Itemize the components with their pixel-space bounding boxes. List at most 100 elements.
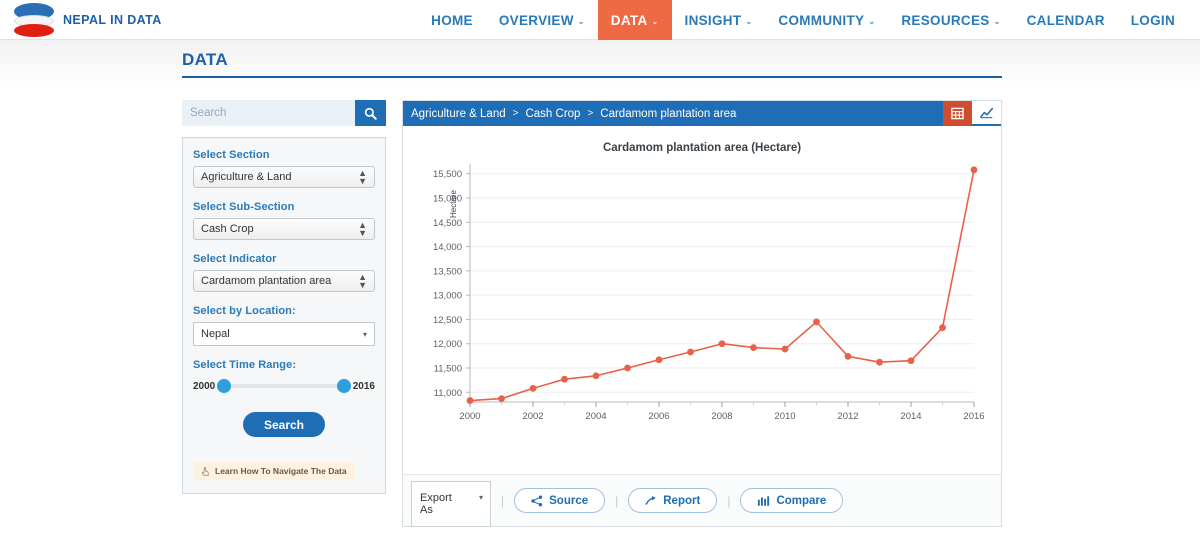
time-range-end-year: 2016 [352, 380, 375, 392]
nav-item-calendar[interactable]: CALENDAR [1014, 0, 1118, 40]
nav-item-label: INSIGHT [684, 12, 742, 28]
search-submit-icon-button[interactable] [355, 100, 386, 126]
svg-text:2006: 2006 [648, 411, 669, 422]
source-label: Source [549, 494, 589, 507]
time-range-end-handle[interactable] [336, 379, 351, 393]
compare-button[interactable]: Compare [740, 488, 844, 513]
svg-text:15,500: 15,500 [433, 169, 462, 180]
select-section-label: Select Section [193, 149, 270, 161]
spinner-arrows-icon: ▲ ▼ [358, 220, 367, 238]
line-chart-icon [979, 107, 993, 118]
learn-how-to-navigate-badge[interactable]: Learn How To Navigate The Data [193, 462, 355, 480]
svg-text:13,500: 13,500 [433, 266, 462, 277]
svg-text:12,500: 12,500 [433, 315, 462, 326]
svg-text:13,000: 13,000 [433, 291, 462, 302]
chevron-down-icon: ⌄ [993, 16, 1001, 26]
source-button[interactable]: Source [514, 488, 606, 513]
hand-pointer-icon [201, 467, 209, 476]
select-time-range-label: Select Time Range: [193, 359, 297, 371]
brand-name: NEPAL IN DATA [63, 12, 162, 27]
toolbar-divider: | [727, 493, 731, 508]
select-sub-section-value: Cash Crop [201, 223, 254, 235]
nav-item-login[interactable]: LOGIN [1118, 0, 1188, 40]
export-label-line1: Export [420, 491, 452, 504]
bar-chart-icon [758, 495, 770, 506]
svg-text:12,000: 12,000 [433, 339, 462, 350]
data-panel: Agriculture & Land > Cash Crop > Cardamo… [402, 100, 1002, 527]
search-button[interactable]: Search [243, 412, 325, 437]
chart-toolbar: Export As ▾ | Source | Report | Compare [403, 474, 1001, 527]
select-indicator-value: Cardamom plantation area [201, 275, 332, 287]
nav-item-label: OVERVIEW [498, 12, 574, 28]
breadcrumb: Agriculture & Land > Cash Crop > Cardamo… [403, 101, 1001, 126]
brand[interactable]: NEPAL IN DATA [0, 2, 162, 37]
share-icon [531, 495, 543, 506]
filter-panel: Select Section Agriculture & Land ▲ ▼ Sel… [182, 137, 386, 494]
select-location-dropdown[interactable]: Nepal ▾ [193, 322, 375, 346]
nav-item-home[interactable]: HOME [418, 0, 486, 40]
nav-item-overview[interactable]: OVERVIEW ⌄ [486, 0, 598, 40]
svg-text:14,000: 14,000 [433, 242, 462, 253]
nav-item-label: COMMUNITY [778, 12, 865, 28]
line-chart[interactable]: 11,000 11,500 12,000 12,500 13,000 13,500 14,0… [412, 154, 992, 434]
chevron-down-icon: ⌄ [577, 16, 585, 26]
time-range-start-year: 2000 [193, 380, 216, 392]
svg-text:2012: 2012 [837, 411, 858, 422]
chevron-down-icon: ⌄ [651, 16, 659, 26]
learn-label: Learn How To Navigate The Data [215, 466, 347, 476]
time-range-track[interactable] [217, 379, 351, 393]
nav-item-label: LOGIN [1130, 12, 1175, 28]
select-indicator-dropdown[interactable]: Cardamom plantation area ▲ ▼ [193, 270, 375, 292]
nav-item-label: RESOURCES [901, 12, 990, 28]
toolbar-divider: | [615, 493, 619, 508]
time-range-slider[interactable]: 2000 2016 [193, 376, 375, 396]
nav-item-insight[interactable]: INSIGHT ⌄ [672, 0, 766, 40]
nav-item-label: CALENDAR [1026, 12, 1105, 28]
nav-item-community[interactable]: COMMUNITY ⌄ [765, 0, 888, 40]
time-range-start-handle[interactable] [217, 379, 232, 393]
svg-text:14,500: 14,500 [433, 218, 462, 229]
chart-title: Cardamom plantation area (Hectare) [602, 142, 802, 154]
chevron-down-icon: ⌄ [745, 16, 753, 26]
page-title-rule [182, 76, 1002, 78]
svg-text:2002: 2002 [522, 411, 543, 422]
table-view-toggle[interactable] [943, 101, 972, 126]
svg-text:2000: 2000 [459, 411, 480, 422]
chevron-down-icon: ▾ [362, 329, 367, 339]
nepal-in-data-logo-icon [14, 2, 54, 37]
svg-text:Hectare: Hectare [449, 189, 458, 218]
svg-text:2004: 2004 [585, 411, 606, 422]
filter-sidebar: Select Section Agriculture & Land ▲▼ Sel… [182, 100, 386, 527]
breadcrumb-item-indicator: Cardamom plantation area [600, 107, 737, 120]
chevron-down-icon: ⌄ [868, 16, 876, 26]
svg-text:11,000: 11,000 [434, 388, 462, 399]
breadcrumb-item-section[interactable]: Agriculture & Land [411, 108, 506, 120]
search-input[interactable] [182, 100, 355, 126]
search-icon [364, 107, 377, 120]
export-label-line2: As [420, 503, 433, 516]
page-title: DATA [182, 50, 228, 69]
main-menu: HOME OVERVIEW ⌄ DATA ⌄ INSIGHT ⌄ COMMUNITY ⌄ RESO… [418, 0, 1188, 40]
main-content: Select Section Agriculture & Land ▲▼ Sel… [182, 100, 1002, 527]
spinner-arrows-icon: ▲ ▼ [358, 168, 367, 186]
breadcrumb-separator: > [587, 108, 594, 119]
export-as-dropdown[interactable]: Export As ▾ [411, 480, 491, 527]
select-section-dropdown[interactable]: Agriculture & Land ▲ ▼ [193, 166, 375, 188]
select-indicator-label: Select Indicator [193, 253, 277, 265]
toolbar-divider: | [501, 493, 505, 508]
chart-container: Cardamom plantation area (Hectare) 11,00… [403, 126, 1001, 474]
breadcrumb-item-subsection[interactable]: Cash Crop [525, 108, 580, 120]
chart-view-toggle[interactable] [972, 101, 1001, 126]
nav-item-data[interactable]: DATA ⌄ [597, 0, 672, 40]
chevron-down-icon: ▾ [478, 492, 483, 502]
search-bar [182, 100, 386, 126]
arrow-up-right-icon [645, 495, 656, 505]
report-button[interactable]: Report [628, 488, 718, 513]
spinner-arrows-icon: ▲ ▼ [358, 272, 367, 290]
top-navigation-bar: NEPAL IN DATA HOME OVERVIEW ⌄ DATA ⌄ INSIGHT ⌄… [0, 0, 1200, 40]
nav-item-resources[interactable]: RESOURCES ⌄ [888, 0, 1013, 40]
breadcrumb-separator: > [512, 108, 519, 119]
select-sub-section-dropdown[interactable]: Cash Crop ▲ ▼ [193, 218, 375, 240]
view-toggle-group [943, 101, 1001, 126]
svg-text:2008: 2008 [711, 411, 732, 422]
